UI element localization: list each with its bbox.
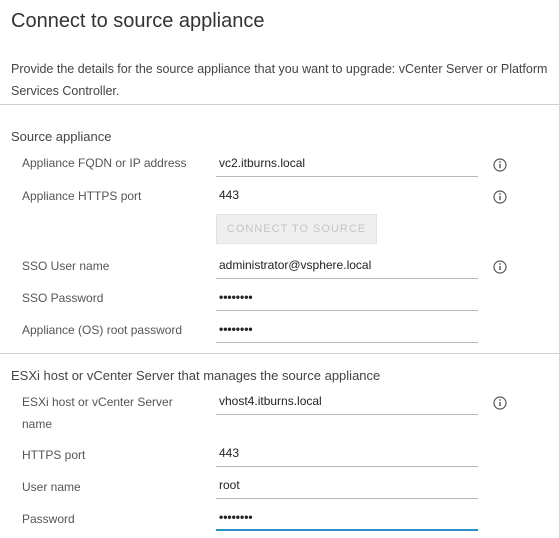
- sso-password-input[interactable]: ••••••••: [216, 287, 478, 311]
- esxi-host-input[interactable]: vhost4.itburns.local: [216, 391, 478, 415]
- esxi-password-input[interactable]: ••••••••: [216, 507, 478, 531]
- info-icon[interactable]: [493, 158, 507, 172]
- esxi-https-port-label: HTTPS port: [22, 448, 86, 462]
- info-icon[interactable]: [493, 190, 507, 204]
- esxi-https-port-input[interactable]: 443: [216, 443, 478, 467]
- connect-to-source-button[interactable]: CONNECT TO SOURCE: [216, 214, 377, 244]
- sso-user-label: SSO User name: [22, 259, 110, 273]
- page-description: Provide the details for the source appli…: [11, 62, 548, 98]
- info-icon[interactable]: [493, 260, 507, 274]
- info-icon[interactable]: [493, 396, 507, 410]
- root-password-input[interactable]: ••••••••: [216, 319, 478, 343]
- esxi-password-label: Password: [22, 512, 75, 526]
- fqdn-input[interactable]: vc2.itburns.local: [216, 153, 478, 177]
- https-port-label: Appliance HTTPS port: [22, 189, 142, 203]
- divider: [0, 104, 559, 105]
- section-title-source-appliance: Source appliance: [11, 129, 112, 144]
- https-port-input[interactable]: 443: [216, 185, 478, 209]
- divider: [0, 353, 559, 354]
- root-password-label: Appliance (OS) root password: [22, 323, 183, 337]
- page-title: Connect to source appliance: [11, 10, 265, 32]
- esxi-user-label: User name: [22, 480, 81, 494]
- section-title-esxi-host: ESXi host or vCenter Server that manages…: [11, 368, 381, 383]
- esxi-host-label: ESXi host or vCenter Server name: [22, 395, 173, 431]
- esxi-user-input[interactable]: root: [216, 475, 478, 499]
- sso-password-label: SSO Password: [22, 291, 104, 305]
- fqdn-label: Appliance FQDN or IP address: [22, 156, 187, 170]
- sso-user-input[interactable]: administrator@vsphere.local: [216, 255, 478, 279]
